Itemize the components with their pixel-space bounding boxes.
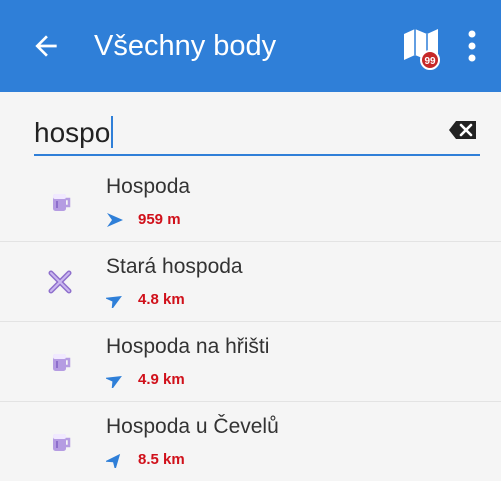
search-underline bbox=[34, 154, 480, 156]
distance-label: 8.5 km bbox=[138, 451, 185, 468]
distance-label: 4.9 km bbox=[138, 371, 185, 388]
results-list: Hospoda 959 m Stará hospoda 4.8 km Hospo… bbox=[0, 162, 501, 481]
search-field[interactable]: hospo bbox=[34, 106, 480, 158]
arrow-left-icon[interactable] bbox=[30, 30, 62, 62]
crossed-tools-icon bbox=[48, 270, 72, 294]
distance-label: 959 m bbox=[138, 211, 181, 228]
list-item[interactable]: Hospoda u Čevelů 8.5 km bbox=[0, 402, 501, 481]
map-button[interactable]: 99 bbox=[400, 24, 448, 72]
beer-mug-icon bbox=[53, 194, 71, 211]
page-title: Všechny body bbox=[94, 30, 277, 62]
poi-name: Hospoda u Čevelů bbox=[106, 415, 279, 438]
app-bar: Všechny body 99 bbox=[0, 0, 501, 92]
search-input[interactable]: hospo bbox=[34, 117, 110, 148]
poi-name: Stará hospoda bbox=[106, 255, 243, 278]
backspace-clear-icon[interactable] bbox=[448, 120, 478, 140]
beer-mug-icon bbox=[53, 354, 71, 371]
text-caret bbox=[111, 116, 114, 148]
list-item[interactable]: Hospoda 959 m bbox=[0, 162, 501, 242]
beer-mug-icon bbox=[53, 434, 71, 451]
map-with-count-badge-icon: 99 bbox=[404, 29, 440, 70]
poi-name: Hospoda bbox=[106, 175, 191, 198]
distance-label: 4.8 km bbox=[138, 291, 185, 308]
list-item[interactable]: Hospoda na hřišti 4.9 km bbox=[0, 322, 501, 402]
poi-name: Hospoda na hřišti bbox=[106, 335, 270, 358]
direction-arrow-icon bbox=[106, 376, 122, 388]
direction-arrow-icon bbox=[106, 453, 121, 468]
map-badge-count: 99 bbox=[424, 56, 436, 67]
list-item[interactable]: Stará hospoda 4.8 km bbox=[0, 242, 501, 322]
direction-arrow-icon bbox=[107, 213, 123, 227]
direction-arrow-icon bbox=[106, 296, 122, 308]
more-vertical-icon[interactable] bbox=[466, 28, 478, 64]
